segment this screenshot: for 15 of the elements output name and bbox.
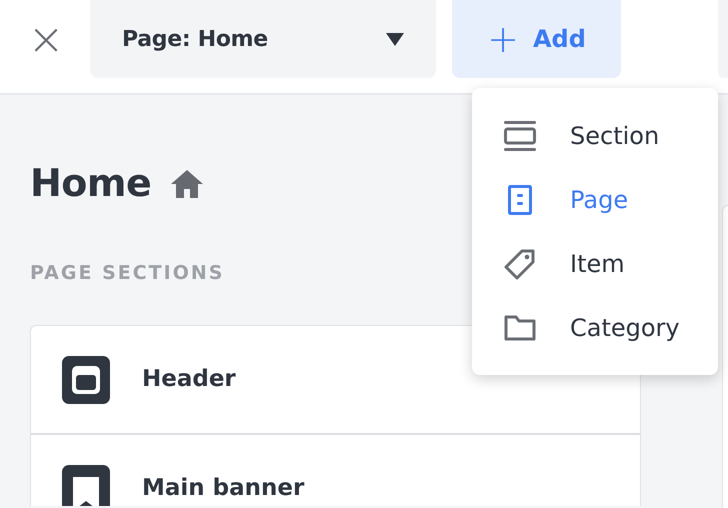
folder-icon [504, 314, 536, 342]
caret-icon [386, 32, 404, 46]
close-button[interactable]: × [26, 20, 66, 60]
section-label: PAGE SECTIONS [30, 260, 224, 286]
home-icon [171, 170, 204, 198]
section-row[interactable]: Main banner [31, 435, 640, 506]
page-select[interactable]: Page: Home [90, 0, 436, 78]
menu-item[interactable]: Section [472, 104, 718, 168]
header-icon [62, 356, 110, 404]
tag-icon [504, 248, 536, 280]
menu-item[interactable]: Item [472, 232, 718, 296]
section-icon [504, 120, 536, 152]
menu-item[interactable]: Page [472, 168, 718, 232]
page-icon [508, 185, 532, 215]
page-title: Home [30, 161, 152, 207]
